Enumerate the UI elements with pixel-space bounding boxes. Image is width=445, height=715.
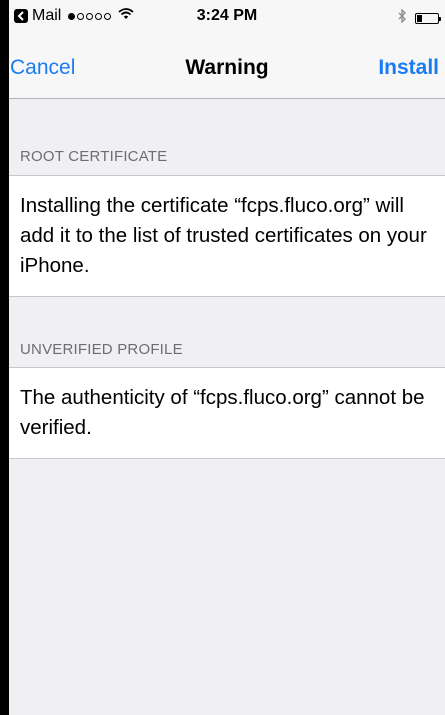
- section-header-unverified-profile: UNVERIFIED PROFILE: [20, 341, 183, 358]
- navigation-bar: Cancel Warning Install: [9, 34, 445, 99]
- install-button[interactable]: Install: [378, 56, 439, 80]
- root-certificate-message: Installing the certificate “fcps.fluco.o…: [9, 175, 445, 297]
- status-time: 3:24 PM: [196, 7, 258, 24]
- status-bar: Mail 3:24 PM: [9, 0, 445, 34]
- unverified-profile-message: The authenticity of “fcps.fluco.org” can…: [9, 367, 445, 459]
- bluetooth-icon: [398, 8, 407, 27]
- battery-nub: [439, 16, 441, 21]
- section-header-root-certificate: ROOT CERTIFICATE: [20, 148, 168, 165]
- top-bar: Mail 3:24 PM Cancel Warning Install: [9, 0, 445, 99]
- screen: Mail 3:24 PM Cancel Warning Install ROOT…: [9, 0, 445, 715]
- battery-icon: [415, 12, 441, 24]
- status-right: [398, 8, 441, 27]
- battery-level: [417, 14, 422, 22]
